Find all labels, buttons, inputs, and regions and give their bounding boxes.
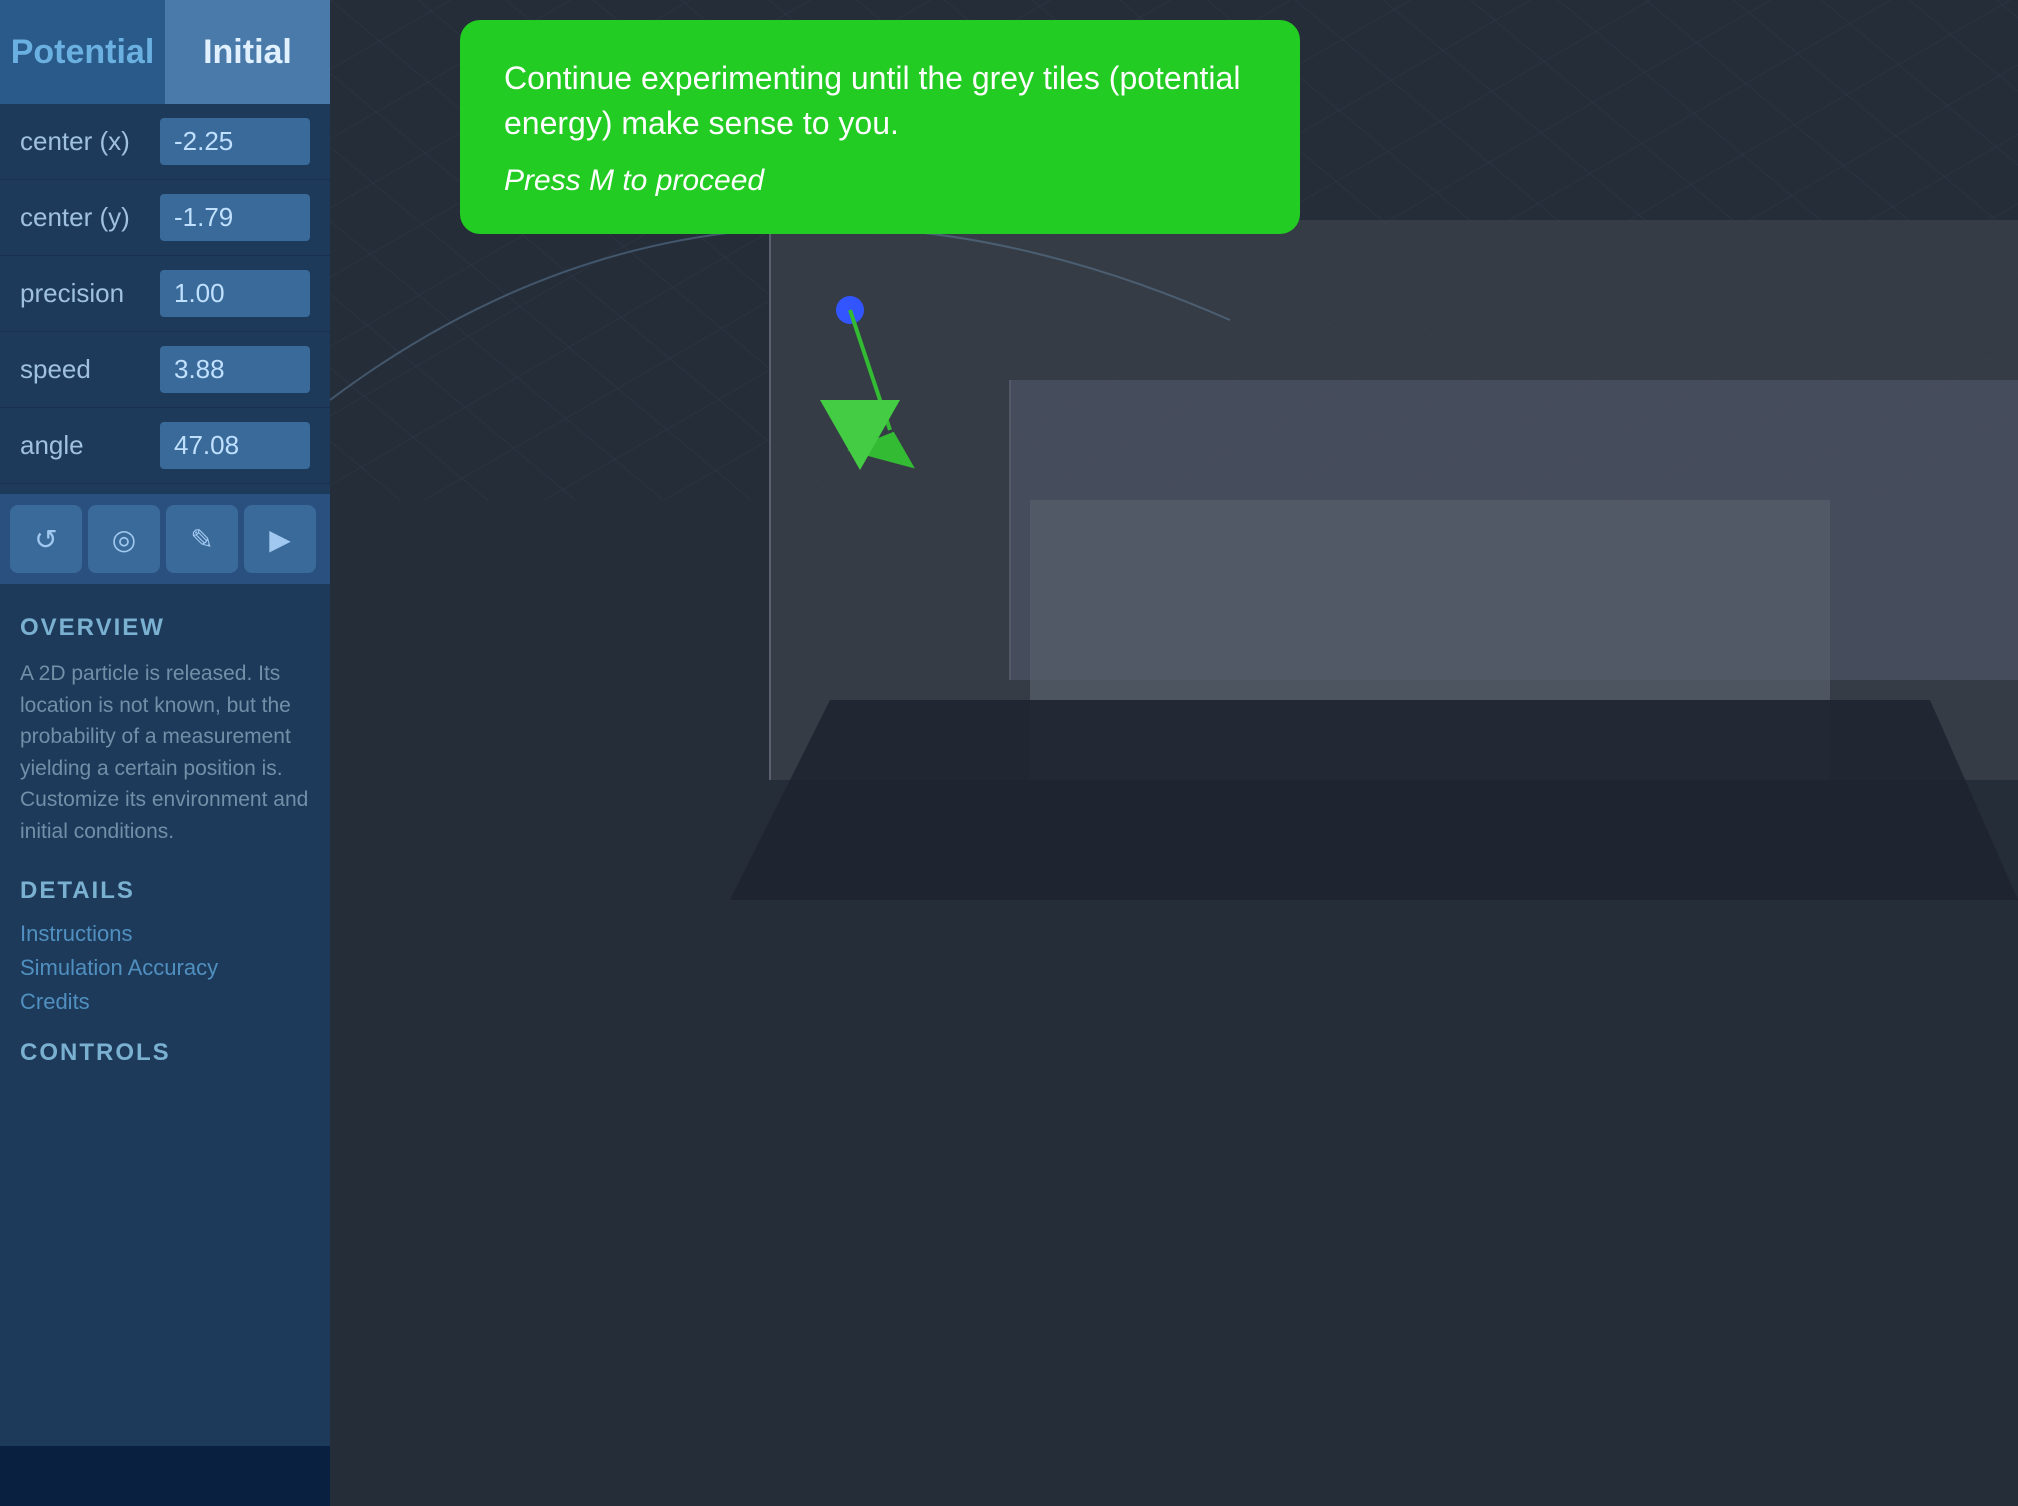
field-value[interactable]: 3.88 (160, 346, 310, 393)
notification-box: Continue experimenting until the grey ti… (460, 20, 1300, 234)
reset-button[interactable]: ↺ (10, 505, 82, 573)
left-panel: Potential Initial center (x) -2.25 cente… (0, 0, 330, 1506)
field-label: speed (20, 354, 160, 385)
field-row-center--y-: center (y) -1.79 (0, 180, 330, 256)
detail-link-simulation-accuracy[interactable]: Simulation Accuracy (20, 955, 310, 981)
tab-potential-label: Potential (11, 33, 155, 72)
controls-title: CONTROLS (20, 1039, 310, 1067)
details-section: DETAILS Instructions Simulation Accuracy C… (20, 877, 310, 1015)
field-row-precision: precision 1.00 (0, 256, 330, 332)
play-button[interactable]: ▶ (244, 505, 316, 573)
tab-bar: Potential Initial (0, 0, 330, 104)
bottom-bar (0, 1446, 330, 1506)
notification-text: Continue experimenting until the grey ti… (504, 56, 1256, 146)
detail-link-credits[interactable]: Credits (20, 989, 310, 1015)
field-row-angle: angle 47.08 (0, 408, 330, 484)
fields-section: center (x) -2.25 center (y) -1.79 precis… (0, 104, 330, 494)
edit-button[interactable]: ✎ (166, 505, 238, 573)
detail-link-instructions[interactable]: Instructions (20, 921, 310, 947)
tab-initial[interactable]: Initial (165, 0, 330, 104)
details-title: DETAILS (20, 877, 310, 905)
details-links: Instructions Simulation Accuracy Credits (20, 921, 310, 1015)
field-value[interactable]: -2.25 (160, 118, 310, 165)
main-area: Continue experimenting until the grey ti… (330, 0, 2018, 1506)
field-label: angle (20, 430, 160, 461)
circle-button[interactable]: ◎ (88, 505, 160, 573)
tab-potential[interactable]: Potential (0, 0, 165, 104)
info-section: OVERVIEW A 2D particle is released. Its … (0, 584, 330, 1446)
field-value[interactable]: -1.79 (160, 194, 310, 241)
field-label: center (x) (20, 126, 160, 157)
field-label: precision (20, 278, 160, 309)
controls-bar: ↺◎✎▶ (0, 494, 330, 584)
field-value[interactable]: 47.08 (160, 422, 310, 469)
field-row-center--x-: center (x) -2.25 (0, 104, 330, 180)
controls-section: CONTROLS (20, 1039, 310, 1067)
field-label: center (y) (20, 202, 160, 233)
field-value[interactable]: 1.00 (160, 270, 310, 317)
overview-title: OVERVIEW (20, 614, 310, 642)
notification-sub: Press M to proceed (504, 164, 1256, 198)
tab-initial-label: Initial (203, 33, 292, 72)
overview-text: A 2D particle is released. Its location … (20, 658, 310, 847)
overview-section: OVERVIEW A 2D particle is released. Its … (20, 614, 310, 847)
field-row-speed: speed 3.88 (0, 332, 330, 408)
